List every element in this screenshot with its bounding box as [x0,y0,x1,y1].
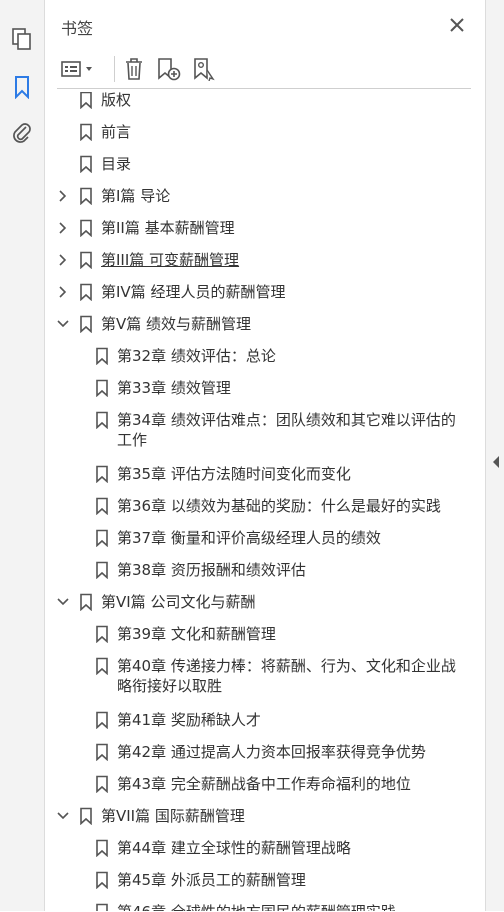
bookmark-icon [96,347,108,365]
bookmark-label: 第40章 传递接力棒：将薪酬、行为、文化和企业战略衔接好以取胜 [117,657,456,695]
bookmark-icon [80,219,92,237]
bookmark-icon [96,625,108,643]
new-bookmark-icon[interactable] [155,56,183,82]
bookmark-icon [96,903,108,911]
bookmark-icon [96,775,108,793]
chevron-down-icon[interactable] [55,592,71,612]
bookmark-icon [80,283,92,301]
bookmark-icon [96,411,108,429]
chevron-down-icon[interactable] [55,314,71,334]
bookmark-label: 第46章 全球性的地方国民的薪酬管理实践 [117,902,461,911]
bookmark-label: 版权 [101,92,132,109]
bookmarks-panel: 书签 版权 前言 目录 第I篇 导论 第II篇 基本薪酬管理 第III篇 可变薪… [45,0,485,911]
chevron-right-icon[interactable] [55,282,71,302]
chevron-down-icon[interactable] [55,806,71,826]
bookmark-icon [96,711,108,729]
bookmark-icon [96,379,108,397]
bookmark-label: 第41章 奖励稀缺人才 [117,711,261,729]
bookmark-tree: 版权 前言 目录 第I篇 导论 第II篇 基本薪酬管理 第III篇 可变薪酬管理… [45,92,463,911]
bookmark-label: 第I篇 导论 [101,187,171,205]
delete-bookmark-icon[interactable] [121,56,147,82]
new-bookmark-from-structure-icon[interactable] [191,56,219,82]
bookmark-icon [80,187,92,205]
panel-title: 书签 [61,19,94,38]
bookmark-label: 第35章 评估方法随时间变化而变化 [117,465,351,483]
chevron-right-icon[interactable] [55,218,71,238]
bookmark-icon [80,155,92,173]
bookmark-label: 第45章 外派员工的薪酬管理 [117,871,306,889]
collapse-panel-arrow-icon[interactable] [491,455,501,469]
attachments-icon[interactable] [8,118,36,146]
bookmarks-toolbar [57,50,471,89]
bookmark-label: 第VI篇 公司文化与薪酬 [101,593,256,611]
bookmark-label: 第39章 文化和薪酬管理 [117,625,276,643]
bookmark-label: 第34章 绩效评估难点：团队绩效和其它难以评估的工作 [117,411,456,449]
bookmark-icon [80,123,92,141]
bookmark-icon [96,561,108,579]
bookmark-icon [80,593,92,611]
bookmark-label: 第36章 以绩效为基础的奖励：什么是最好的实践 [117,497,441,515]
bookmark-label: 第V篇 绩效与薪酬管理 [101,315,252,333]
bookmark-icon [80,92,92,109]
bookmark-icon [96,839,108,857]
document-pane-edge [485,0,504,911]
bookmark-icon [80,251,92,269]
bookmark-label: 第44章 建立全球性的薪酬管理战略 [117,839,351,857]
bookmark-label: 第33章 绩效管理 [117,379,231,397]
bookmark-label: 第43章 完全薪酬战备中工作寿命福利的地位 [117,775,411,793]
bookmark-label: 目录 [101,155,132,173]
bookmark-label: 第VII篇 国际薪酬管理 [101,807,245,825]
bookmark-icon [96,871,108,889]
bookmark-icon [96,497,108,515]
chevron-right-icon[interactable] [55,250,71,270]
chevron-right-icon[interactable] [55,186,71,206]
bookmark-icon [96,743,108,761]
close-icon[interactable] [446,14,468,36]
bookmark-label: 第42章 通过提高人力资本回报率获得竞争优势 [117,743,426,761]
bookmark-label: 第II篇 基本薪酬管理 [101,219,235,237]
bookmark-label: 第37章 衡量和评价高级经理人员的绩效 [117,529,381,547]
options-menu-icon [61,61,81,77]
pages-icon[interactable] [8,25,36,53]
bookmark-icon [96,657,108,675]
bookmark-label: 第IV篇 经理人员的薪酬管理 [101,283,286,301]
chevron-down-icon [86,67,92,71]
options-menu-button[interactable] [59,56,99,82]
bookmark-icon [80,807,92,825]
bookmark-label: 第38章 资历报酬和绩效评估 [117,561,306,579]
bookmark-icon [96,465,108,483]
left-navigation-rail [0,0,45,911]
bookmark-icon [96,529,108,547]
bookmarks-icon[interactable] [8,73,36,101]
panel-header: 书签 [45,0,485,48]
toolbar-divider [114,56,115,82]
bookmark-icon [80,315,92,333]
bookmark-label: 前言 [101,123,132,141]
bookmark-label: 第III篇 可变薪酬管理 [101,251,240,269]
bookmark-label: 第32章 绩效评估：总论 [117,347,276,365]
